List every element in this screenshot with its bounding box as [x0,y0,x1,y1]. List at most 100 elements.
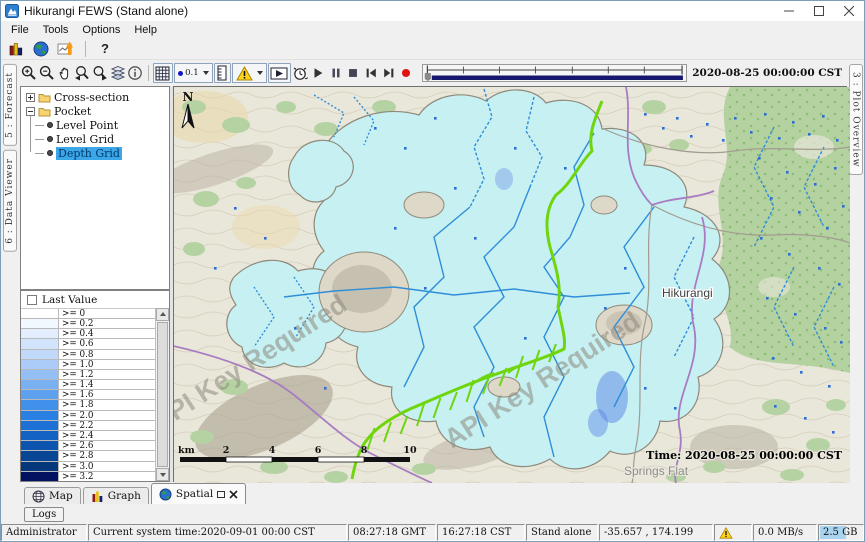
legend-scrollbar[interactable] [155,308,169,481]
menu-tools[interactable]: Tools [37,23,75,37]
record-button[interactable] [398,63,415,83]
chart-display-button[interactable] [57,40,75,57]
left-tab-strip: 5 : Forecast 6 : Data Viewer [1,60,18,524]
menu-options[interactable]: Options [76,23,126,37]
skip-to-end-button[interactable] [380,63,397,83]
legend-row[interactable]: >= 2.4 [21,431,155,441]
pause-button[interactable] [327,63,344,83]
tab-plot-overview[interactable]: 3 : Plot Overview [849,64,863,175]
legend-row[interactable]: >= 3.0 [21,462,155,472]
legend-row[interactable]: >= 3.2 [21,472,155,481]
database-bars-button[interactable] [7,40,25,57]
node-bullet-icon [47,150,53,156]
interval-value: 0.1 [185,68,199,78]
window-title: Hikurangi FEWS (Stand alone) [24,4,188,18]
legend-row[interactable]: >= 1.2 [21,370,155,380]
minimize-icon [784,6,794,16]
minimize-button[interactable] [774,1,804,21]
legend-label: >= 2.8 [59,451,155,460]
scrollbar-thumb[interactable] [157,322,168,467]
menu-bar: File Tools Options Help [1,21,864,38]
tree-node-label[interactable]: Level Grid [56,133,114,146]
status-coordinates: -35.657 , 174.199 [599,524,713,541]
info-button[interactable] [127,63,144,83]
tree-connector [35,125,44,126]
legend-row[interactable]: >= 0 [21,309,155,319]
close-button[interactable] [834,1,864,21]
map-globe-button[interactable] [32,40,50,57]
zoom-out-button[interactable] [39,63,56,83]
legend-swatch [21,309,59,318]
close-tab-icon[interactable] [229,490,238,499]
tree-node-level-grid[interactable]: Level Grid [21,132,169,146]
pan-hand-icon [57,65,73,81]
menu-file[interactable]: File [5,23,35,37]
legend-label: >= 0.2 [59,319,155,328]
ruler-button[interactable] [214,63,231,83]
tree-node-depth-grid[interactable]: Depth Grid [21,146,169,160]
zoom-next-button[interactable] [92,63,109,83]
legend-swatch [21,329,59,338]
timeline-slider[interactable] [422,64,687,82]
legend-row[interactable]: >= 2.0 [21,411,155,421]
legend-row[interactable]: >= 0.4 [21,329,155,339]
tab-data-viewer[interactable]: 6 : Data Viewer [3,150,17,252]
tree-node-label[interactable]: Level Point [56,119,118,132]
zoom-previous-button[interactable] [74,63,91,83]
status-bar: Administrator Current system time:2020-0… [1,524,864,541]
skip-end-icon [382,66,396,80]
interval-dropdown[interactable]: 0.1 [174,63,213,83]
legend-row[interactable]: >= 2.8 [21,451,155,461]
tab-spatial[interactable]: Spatial [151,483,246,504]
tree-node-label-selected[interactable]: Depth Grid [56,147,122,160]
legend-row[interactable]: >= 1.6 [21,390,155,400]
scroll-up-button[interactable] [156,308,169,321]
timer-settings-button[interactable] [292,63,309,83]
legend-swatch [21,451,59,460]
legend-row[interactable]: >= 0.8 [21,350,155,360]
legend-row[interactable]: >= 2.6 [21,441,155,451]
pan-button[interactable] [56,63,73,83]
play-button[interactable] [310,63,327,83]
globe-icon [33,41,49,57]
left-panel: Cross-section Pocket Level Point [18,86,170,482]
warning-dropdown[interactable] [232,63,267,83]
grid-display-button[interactable] [153,63,173,83]
skip-to-start-button[interactable] [363,63,380,83]
legend-row[interactable]: >= 0.6 [21,339,155,349]
scroll-down-button[interactable] [156,468,169,481]
north-label: N [183,90,194,104]
legend-label: >= 0.8 [59,350,155,359]
legend-row[interactable]: >= 0.2 [21,319,155,329]
tree-node-level-point[interactable]: Level Point [21,118,169,132]
maximize-button[interactable] [804,1,834,21]
map-canvas[interactable]: API Key Required API Key Required Hikura… [173,86,847,482]
menu-help[interactable]: Help [128,23,163,37]
legend-row[interactable]: >= 1.0 [21,360,155,370]
expand-icon[interactable] [26,93,35,102]
maximize-tab-icon[interactable] [217,491,225,498]
layers-button[interactable] [109,63,126,83]
tree-node-cross-section[interactable]: Cross-section [21,90,169,104]
tree-node-label[interactable]: Pocket [54,105,91,118]
tree-node-pocket[interactable]: Pocket [21,104,169,118]
timeline-handle[interactable] [425,73,431,81]
legend-swatch [21,380,59,389]
status-warning[interactable] [714,524,752,541]
last-value-label: Last Value [42,294,97,306]
logs-button[interactable]: Logs [24,507,64,522]
animation-panel-button[interactable] [268,63,291,83]
legend-row[interactable]: >= 1.8 [21,400,155,410]
tab-graph[interactable]: Graph [83,487,149,504]
collapse-icon[interactable] [26,107,35,116]
legend-row[interactable]: >= 1.4 [21,380,155,390]
tab-map[interactable]: Map [24,487,81,504]
help-button[interactable]: ? [96,40,114,57]
tree-node-label[interactable]: Cross-section [54,91,129,104]
last-value-checkbox[interactable] [27,295,37,305]
tab-forecast[interactable]: 5 : Forecast [3,64,17,146]
zoom-in-button[interactable] [21,63,38,83]
stop-button[interactable] [345,63,362,83]
legend-list: >= 0>= 0.2>= 0.4>= 0.6>= 0.8>= 1.0>= 1.2… [21,308,155,481]
legend-row[interactable]: >= 2.2 [21,421,155,431]
